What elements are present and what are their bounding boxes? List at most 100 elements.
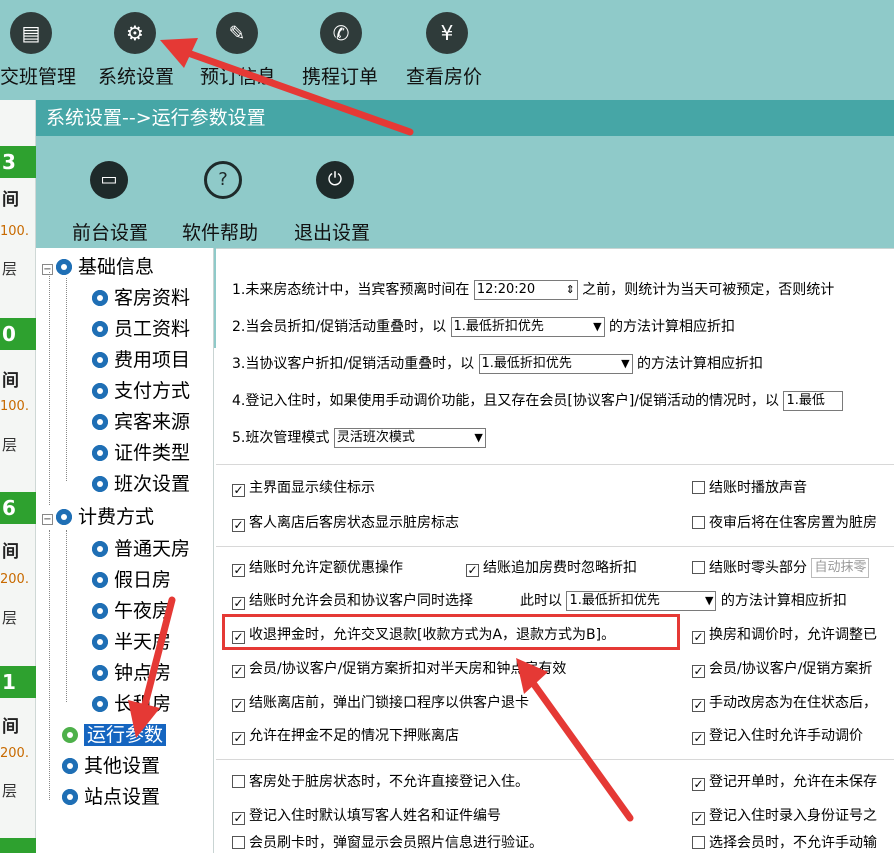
collapse-icon[interactable]: − — [42, 514, 53, 525]
tree-item-staff-data[interactable]: 员工资料 — [92, 314, 190, 344]
chevron-down-icon: ▼ — [474, 431, 483, 444]
tree-item-room-data[interactable]: 客房资料 — [92, 283, 190, 313]
room-price: 200. — [0, 746, 29, 761]
room-floor: 层 — [2, 260, 18, 278]
tree-item-payment-methods[interactable]: 支付方式 — [92, 376, 190, 406]
checkbox-fixed-discount[interactable]: ✓ 结账时允许定额优惠操作 — [232, 557, 403, 579]
checked-icon: ✓ — [232, 731, 245, 745]
tree-item-holiday-room[interactable]: 假日房 — [92, 565, 171, 595]
checkbox-id-number-entry[interactable]: ✓ 登记入住时录入身份证号之 — [692, 805, 877, 827]
agreement-discount-select[interactable]: 1.最低折扣优先 ▼ — [478, 354, 633, 374]
ctrip-icon: ✆ — [320, 12, 362, 54]
divider — [216, 546, 894, 547]
odd-change-select[interactable]: 自动抹零 — [811, 558, 870, 578]
setting-row-5: 5.班次管理模式 灵活班次模式 ▼ — [232, 427, 486, 449]
tree-group-billing[interactable]: − 计费方式 — [42, 502, 154, 532]
checkbox-door-lock-popup[interactable]: ✓ 结账离店前，弹出门锁接口程序以供客户退卡 — [232, 692, 529, 714]
gears-icon: ⚙ — [114, 12, 156, 54]
room-tile-number[interactable]: 1 — [0, 666, 36, 698]
tree-item-guest-source[interactable]: 宾客来源 — [92, 407, 190, 437]
power-icon: ⏻ — [316, 161, 354, 199]
checkbox-ignore-discount[interactable]: ✓ 结账追加房费时忽略折扣 — [466, 557, 637, 579]
setting-row-2: 2.当会员折扣/促销活动重叠时，以 1.最低折扣优先 ▼ 的方法计算相应折扣 — [232, 317, 735, 337]
gear-icon — [62, 758, 78, 774]
checkbox-show-continue-stay[interactable]: ✓ 主界面显示续住标示 — [232, 477, 375, 499]
checkbox-member-photo[interactable]: 会员刷卡时，弹窗显示会员照片信息进行验证。 — [232, 832, 543, 853]
checked-icon: ✓ — [692, 811, 705, 825]
gear-icon — [92, 414, 108, 430]
checked-icon: ✓ — [692, 698, 705, 712]
checkbox-insufficient-deposit[interactable]: ✓ 允许在押金不足的情况下押账离店 — [232, 725, 459, 747]
chevron-down-icon: ▼ — [621, 357, 630, 370]
gear-icon — [92, 634, 108, 650]
gear-icon — [92, 476, 108, 492]
checked-icon: ✓ — [232, 698, 245, 712]
checked-icon: ✓ — [466, 563, 479, 577]
checked-icon: ✓ — [692, 664, 705, 678]
setting-row-4: 4.登记入住时，如果使用手动调价功能，且又存在会员[协议客户]/促销活动的情况时… — [232, 390, 844, 412]
collapse-icon[interactable]: − — [42, 264, 53, 275]
tree-item-other-settings[interactable]: 其他设置 — [62, 751, 160, 781]
tree-item-half-day-room[interactable]: 半天房 — [92, 627, 171, 657]
room-tile-number[interactable] — [0, 838, 36, 853]
checkbox-checkout-sound[interactable]: 结账时播放声音 — [692, 477, 807, 499]
checkbox-member-agreement-combined[interactable]: ✓ 结账时允许会员和协议客户同时选择 — [232, 590, 473, 612]
ctrip-orders-button[interactable]: ✆ 携程订单 — [302, 0, 402, 100]
chevron-down-icon: ▼ — [593, 320, 602, 333]
room-price-button[interactable]: ¥ 查看房价 — [406, 0, 506, 100]
tree-item-site-settings[interactable]: 站点设置 — [62, 782, 160, 812]
room-tile-number[interactable]: 3 — [0, 146, 36, 178]
question-icon: ? — [204, 161, 242, 199]
room-tile-number[interactable]: 6 — [0, 492, 36, 524]
clipboard-icon: ▤ — [10, 12, 52, 54]
booking-info-button[interactable]: ✎ 预订信息 — [198, 0, 298, 100]
checkbox-member-manual-input[interactable]: 选择会员时，不允许手动输 — [692, 832, 877, 853]
combined-discount-row: 此时以 1.最低折扣优先 ▼ 的方法计算相应折扣 — [520, 591, 847, 611]
room-price: 200. — [0, 572, 29, 587]
checkbox-odd-change[interactable]: 结账时零头部分 自动抹零 — [692, 557, 870, 579]
tree-group-basic-info[interactable]: − 基础信息 — [42, 252, 154, 282]
member-discount-select[interactable]: 1.最低折扣优先 ▼ — [450, 317, 605, 337]
room-floor: 层 — [2, 782, 18, 800]
manual-price-select[interactable]: 1.最低 — [783, 391, 844, 411]
checkbox-default-guest-name[interactable]: ✓ 登记入住时默认填写客人姓名和证件编号 — [232, 805, 501, 827]
gear-icon — [92, 445, 108, 461]
tree-item-shift-settings[interactable]: 班次设置 — [92, 469, 190, 499]
unchecked-icon — [692, 481, 705, 494]
checkbox-manual-price-checkin[interactable]: ✓ 登记入住时允许手动调价 — [692, 725, 863, 747]
tree-item-long-stay-room[interactable]: 长租房 — [92, 689, 171, 719]
tree-item-run-params[interactable]: 运行参数 — [62, 720, 167, 750]
shift-management-button[interactable]: ▤ 交班管理 — [0, 0, 86, 100]
run-params-panel: 1.未来房态统计中，当宾客预离时间在 12:20:20 ⇕ 之前，则统计为当天可被… — [216, 248, 894, 853]
checkbox-night-audit-dirty[interactable]: 夜审后将在住客房置为脏房 — [692, 512, 877, 534]
tree-item-midnight-room[interactable]: 午夜房 — [92, 596, 171, 626]
checkbox-dirty-room-flag[interactable]: ✓ 客人离店后客房状态显示脏房标志 — [232, 512, 459, 534]
system-settings-button[interactable]: ⚙ 系统设置 — [96, 0, 196, 100]
time-spinner[interactable]: 12:20:20 ⇕ — [473, 280, 578, 300]
tree-item-hourly-room[interactable]: 钟点房 — [92, 658, 171, 688]
combined-discount-select[interactable]: 1.最低折扣优先 ▼ — [566, 591, 717, 611]
booking-icon: ✎ — [216, 12, 258, 54]
checkbox-member-plan-discount[interactable]: ✓ 会员/协议客户/促销方案折 — [692, 658, 872, 680]
checkbox-half-day-discount[interactable]: ✓ 会员/协议客户/促销方案折扣对半天房和钟点房有效 — [232, 658, 566, 680]
checkbox-manual-occupied[interactable]: ✓ 手动改房态为在住状态后， — [692, 692, 877, 714]
checkbox-dirty-no-checkin[interactable]: 客房处于脏房状态时，不允许直接登记入住。 — [232, 771, 529, 793]
gear-icon — [92, 541, 108, 557]
shift-mode-select[interactable]: 灵活班次模式 ▼ — [333, 428, 486, 448]
checkbox-room-change-adjust[interactable]: ✓ 换房和调价时，允许调整已 — [692, 624, 877, 646]
checked-icon: ✓ — [692, 777, 705, 791]
divider — [216, 464, 894, 465]
checkbox-unsaved-open[interactable]: ✓ 登记开单时，允许在未保存 — [692, 771, 877, 793]
gear-icon — [92, 603, 108, 619]
room-floor: 层 — [2, 609, 18, 627]
tree-item-fee-items[interactable]: 费用项目 — [92, 345, 190, 375]
gear-icon — [56, 259, 72, 275]
checked-icon: ✓ — [232, 483, 245, 497]
room-tile-number[interactable]: 0 — [0, 318, 36, 350]
gear-icon — [92, 572, 108, 588]
checked-icon: ✓ — [692, 731, 705, 745]
tree-item-normal-day-room[interactable]: 普通天房 — [92, 534, 190, 564]
tree-item-id-types[interactable]: 证件类型 — [92, 438, 190, 468]
room-status-strip: 3 间 100. 层 0 间 100. 层 6 间 200. 层 1 间 200… — [0, 100, 36, 853]
gear-icon — [92, 696, 108, 712]
